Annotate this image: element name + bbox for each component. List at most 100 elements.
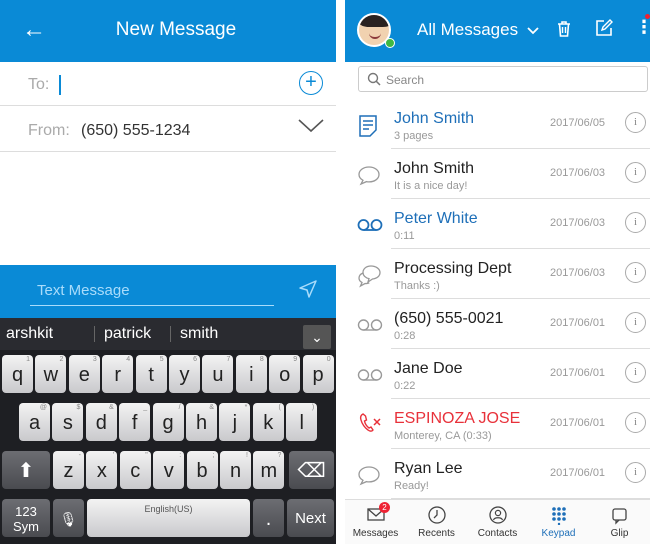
tab-glip[interactable]: Glip — [589, 500, 650, 544]
from-field-row[interactable]: From: (650) 555-1234 — [0, 106, 336, 152]
chevron-down-icon[interactable] — [298, 118, 324, 134]
message-sender: John Smith — [394, 160, 475, 177]
to-field-row[interactable]: To: + — [0, 62, 336, 106]
key-secondary-char: 6 — [193, 356, 197, 363]
info-icon[interactable]: i — [625, 262, 646, 283]
message-date: 2017/06/01 — [550, 467, 606, 479]
key-secondary-char: - — [78, 452, 81, 459]
messages-filter-dropdown[interactable]: All Messages — [417, 20, 539, 40]
shift-key[interactable]: ⬆ — [2, 451, 50, 489]
backspace-key[interactable]: ⌫ — [289, 451, 334, 489]
soft-keyboard: arshkit patrick smith ⌄ q1w2e3r4t5y6u7i8… — [0, 318, 336, 544]
key-v[interactable]: v: — [153, 451, 185, 489]
key-j[interactable]: j * — [219, 403, 251, 441]
message-row[interactable]: ESPINOZA JOSE Monterey, CA (0:33) 2017/06/… — [345, 399, 650, 449]
key-label: i — [249, 364, 254, 386]
key-label: b — [196, 460, 208, 482]
key-label: u — [212, 364, 224, 386]
key-g[interactable]: g / — [152, 403, 184, 441]
text-message-input[interactable]: Text Message — [37, 282, 130, 299]
key-secondary-char: 2 — [59, 356, 64, 363]
keyboard-collapse-icon[interactable]: ⌄ — [303, 325, 331, 349]
new-message-header: ← New Message — [0, 0, 336, 62]
message-row[interactable]: Ryan Lee Ready! 2017/06/01 i — [345, 449, 650, 499]
message-row[interactable]: Jane Doe 0:22 2017/06/01 i — [345, 349, 650, 399]
key-q[interactable]: q1 — [2, 355, 33, 393]
search-icon — [367, 72, 381, 86]
fax-icon — [357, 114, 379, 143]
microphone-key[interactable]: 🎙 — [53, 499, 84, 537]
key-b[interactable]: b; — [186, 451, 218, 489]
space-language-label: English(US) — [144, 504, 193, 514]
key-a[interactable]: a @ — [19, 403, 50, 441]
suggestion-item[interactable]: smith — [180, 325, 218, 343]
key-label: d — [95, 412, 107, 434]
key-secondary-char: ; — [212, 452, 215, 459]
key-label: o — [279, 364, 291, 386]
key-u[interactable]: u7 — [202, 355, 234, 393]
info-icon[interactable]: i — [625, 362, 646, 383]
info-icon[interactable]: i — [625, 462, 646, 483]
key-z[interactable]: z- — [53, 451, 84, 489]
more-icon[interactable]: ⋮ — [635, 17, 650, 37]
message-row[interactable]: John Smith It is a nice day! 2017/06/03 i — [345, 149, 650, 199]
key-d[interactable]: d & — [85, 403, 117, 441]
key-x[interactable]: x ' — [86, 451, 118, 489]
message-date: 2017/06/01 — [550, 367, 606, 379]
info-icon[interactable]: i — [625, 312, 646, 333]
key-h[interactable]: h & — [186, 403, 217, 441]
key-secondary-char: ' — [113, 452, 115, 459]
key-secondary-char: _ — [143, 404, 148, 411]
info-icon[interactable]: i — [625, 162, 646, 183]
trash-icon[interactable] — [555, 20, 573, 38]
search-input[interactable]: Search — [358, 66, 648, 92]
period-key[interactable]: . — [253, 499, 284, 537]
compose-icon[interactable] — [595, 19, 613, 37]
key-l[interactable]: l) — [286, 403, 318, 441]
send-icon[interactable] — [298, 279, 318, 299]
key-label: v — [163, 460, 174, 482]
tab-keypad[interactable]: Keypad — [528, 500, 589, 544]
key-p[interactable]: p0 — [302, 355, 334, 393]
to-input-cursor[interactable] — [59, 75, 61, 95]
key-c[interactable]: c " — [119, 451, 151, 489]
key-i[interactable]: i8 — [235, 355, 267, 393]
voicemail-icon — [357, 218, 383, 237]
message-preview: 0:22 — [394, 380, 416, 392]
notification-dot — [645, 14, 650, 19]
key-o[interactable]: o9 — [269, 355, 301, 393]
key-secondary-char: ( — [278, 404, 281, 411]
key-k[interactable]: k( — [252, 403, 284, 441]
key-r[interactable]: r4 — [102, 355, 134, 393]
key-label: e — [78, 364, 90, 386]
space-key[interactable]: English(US) — [87, 499, 250, 537]
tab-recents[interactable]: Recents — [406, 500, 467, 544]
key-n[interactable]: n! — [220, 451, 251, 489]
key-y[interactable]: y6 — [169, 355, 200, 393]
info-icon[interactable]: i — [625, 412, 646, 433]
key-label: n — [229, 460, 242, 482]
message-sender: (650) 555-0021 — [394, 310, 504, 327]
message-date: 2017/06/01 — [550, 417, 606, 429]
symbols-key[interactable]: 123 Sym — [2, 499, 50, 537]
info-icon[interactable]: i — [625, 112, 646, 133]
info-icon[interactable]: i — [625, 212, 646, 233]
next-key[interactable]: Next — [287, 499, 334, 537]
suggestion-item[interactable]: patrick — [104, 325, 151, 343]
key-s[interactable]: s $ — [52, 403, 84, 441]
key-f[interactable]: f _ — [119, 403, 151, 441]
key-w[interactable]: w2 — [35, 355, 67, 393]
suggestion-item[interactable]: arshkit — [6, 325, 53, 343]
message-row[interactable]: (650) 555-0021 0:28 2017/06/01 i — [345, 299, 650, 349]
key-m[interactable]: m? — [253, 451, 285, 489]
key-t[interactable]: t5 — [135, 355, 167, 393]
suggestion-strip: arshkit patrick smith ⌄ — [0, 318, 336, 350]
message-preview: It is a nice day! — [394, 180, 468, 192]
message-row[interactable]: Processing Dept Thanks :) 2017/06/03 i — [345, 249, 650, 299]
message-row[interactable]: John Smith 3 pages 2017/06/05 i — [345, 99, 650, 149]
tab-contacts[interactable]: Contacts — [467, 500, 528, 544]
tab-messages[interactable]: 2 Messages — [345, 500, 406, 544]
add-recipient-icon[interactable]: + — [299, 71, 323, 95]
message-row[interactable]: Peter White 0:11 2017/06/03 i — [345, 199, 650, 249]
key-e[interactable]: e3 — [68, 355, 100, 393]
